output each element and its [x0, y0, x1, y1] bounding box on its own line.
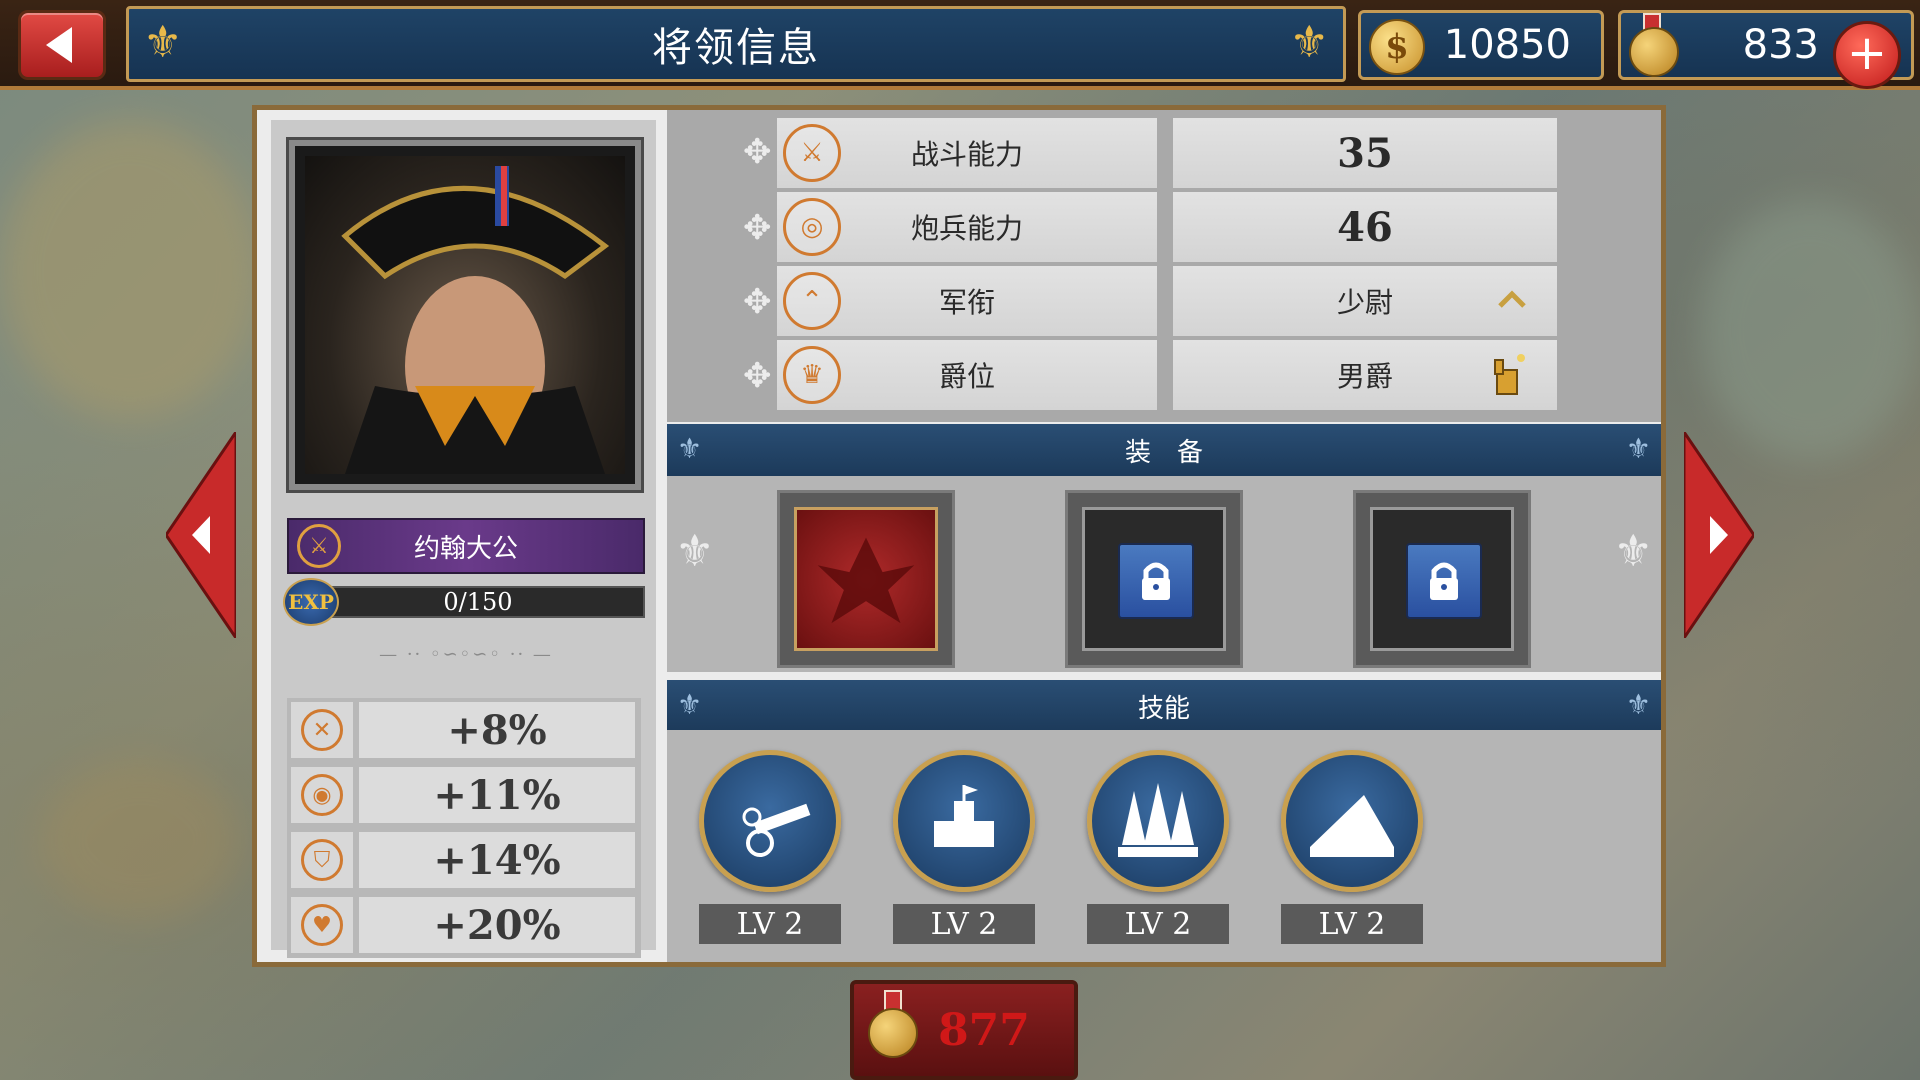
equipment-slot-1[interactable] — [777, 490, 955, 668]
title-upgrade-icon[interactable] — [1491, 350, 1527, 398]
eagle-emblem-icon — [794, 507, 938, 651]
medal-amount: 833 — [1742, 22, 1819, 68]
next-general-arrow[interactable] — [1684, 432, 1754, 638]
skill-level: LV 2 — [1281, 904, 1423, 944]
shield-plus-icon: ⛉ — [301, 839, 343, 881]
exp-bar: 0/150 — [311, 586, 645, 618]
swords-plus-icon: ✕ — [301, 709, 343, 751]
bonus-row: ♥ +20% — [287, 893, 641, 955]
gold-amount: 10850 — [1443, 22, 1571, 68]
skill-level: LV 2 — [699, 904, 841, 944]
stat-row-artillery: 炮兵能力 ◎ 46 — [777, 192, 1557, 262]
ornament-icon: ✥ — [743, 132, 772, 172]
heart-plus-icon: ♥ — [301, 904, 343, 946]
bonus-value: +11% — [359, 767, 635, 823]
skill-level: LV 2 — [1087, 904, 1229, 944]
fleur-de-lis-icon: ⚜ — [1625, 688, 1651, 721]
back-arrow-icon — [46, 27, 72, 63]
map-background — [1700, 200, 1920, 460]
fleur-de-lis-icon: ⚜ — [677, 688, 703, 721]
cannon-icon: ◎ — [783, 198, 841, 256]
fleur-de-lis-icon: ⚜ — [1625, 432, 1651, 465]
skill-item[interactable]: LV 2 — [1087, 750, 1229, 944]
skills-title: 技能 — [1137, 693, 1190, 724]
medal-icon — [868, 1008, 918, 1058]
general-name: 约翰大公 — [413, 533, 518, 564]
fleur-de-lis-icon: ⚜ — [1289, 17, 1329, 68]
ornament-icon: ⚜ — [1613, 526, 1653, 577]
bonus-row: ✕ +8% — [287, 698, 641, 760]
previous-general-arrow[interactable] — [166, 432, 236, 638]
bonus-value: +14% — [359, 832, 635, 888]
page-title: 将领信息 — [652, 25, 820, 71]
general-info-panel: ⚔ 约翰大公 0/150 EXP — ·· ◦∽◦∽◦ ·· — ✕ +8% ◉… — [252, 105, 1666, 967]
bonus-row: ⛉ +14% — [287, 828, 641, 890]
lock-icon — [1406, 543, 1482, 619]
equipment-slot-3[interactable] — [1353, 490, 1531, 668]
stats-area: ✥ ✥ ✥ ✥ 战斗能力 ⚔ 35 炮兵能力 ◎ 46 军衔 ⌃ 少尉 爵位 ♛… — [667, 110, 1661, 422]
artillery-skill-icon[interactable] — [699, 750, 841, 892]
skill-item[interactable]: LV 2 — [893, 750, 1035, 944]
medal-counter: 833 + — [1618, 10, 1914, 89]
gold-coin-icon: $ — [1369, 19, 1425, 75]
skills-area: LV 2 LV 2 LV 2 LV 2 — [667, 730, 1661, 962]
equipment-area: ⚜ ⚜ — [667, 476, 1661, 672]
ornament-icon: ✥ — [743, 282, 772, 322]
general-portrait — [305, 156, 625, 474]
equipment-header: ⚜ 装 备 ⚜ — [667, 424, 1661, 476]
crossed-swords-icon: ⚔ — [783, 124, 841, 182]
add-medals-button[interactable]: + — [1833, 21, 1901, 89]
chevron-rank-icon: ⌃ — [783, 272, 841, 330]
crown-icon: ♛ — [783, 346, 841, 404]
rank-up-icon[interactable] — [1497, 284, 1527, 314]
mountain-skill-icon[interactable] — [1281, 750, 1423, 892]
general-name-bar: ⚔ 约翰大公 — [287, 518, 645, 574]
title-banner: ⚜ 将领信息 ⚜ — [126, 6, 1346, 82]
exp-text: 0/150 — [443, 588, 513, 616]
ornament-icon: ✥ — [743, 208, 772, 248]
medal-cost: 877 — [938, 1004, 1030, 1056]
fleur-de-lis-icon: ⚜ — [143, 17, 183, 68]
bonus-value: +20% — [359, 897, 635, 953]
ornament-icon: ⚜ — [675, 526, 715, 577]
bonus-row: ◉ +11% — [287, 763, 641, 825]
ornament-divider: — ·· ◦∽◦∽◦ ·· — — [379, 644, 553, 665]
equipment-title: 装 备 — [1124, 437, 1203, 468]
equipment-slot-2[interactable] — [1065, 490, 1243, 668]
skill-item[interactable]: LV 2 — [1281, 750, 1423, 944]
stat-row-rank: 军衔 ⌃ 少尉 — [777, 266, 1557, 336]
fortress-skill-icon[interactable] — [893, 750, 1035, 892]
general-details: ✥ ✥ ✥ ✥ 战斗能力 ⚔ 35 炮兵能力 ◎ 46 军衔 ⌃ 少尉 爵位 ♛… — [667, 110, 1661, 962]
map-background — [0, 120, 260, 420]
bonus-table: ✕ +8% ◉ +11% ⛉ +14% ♥ +20% — [287, 698, 641, 958]
gold-counter: $ 10850 — [1358, 10, 1604, 80]
portrait-frame — [286, 137, 644, 493]
cannon-class-icon: ⚔ — [297, 524, 341, 568]
map-background — [40, 760, 240, 920]
stat-value: 35 — [1173, 118, 1557, 188]
cannon-plus-icon: ◉ — [301, 774, 343, 816]
ornament-icon: ✥ — [743, 356, 772, 396]
skill-item[interactable]: LV 2 — [699, 750, 841, 944]
recruit-cost-button[interactable]: 877 — [850, 980, 1078, 1080]
bonus-value: +8% — [359, 702, 635, 758]
stat-row-title: 爵位 ♛ 男爵 — [777, 340, 1557, 410]
stat-row-combat: 战斗能力 ⚔ 35 — [777, 118, 1557, 188]
skills-header: ⚜ 技能 ⚜ — [667, 680, 1661, 732]
stat-value: 46 — [1173, 192, 1557, 262]
general-profile: ⚔ 约翰大公 0/150 EXP — ·· ◦∽◦∽◦ ·· — ✕ +8% ◉… — [271, 120, 656, 958]
back-button[interactable] — [18, 10, 106, 80]
lock-icon — [1118, 543, 1194, 619]
top-bar: ⚜ 将领信息 ⚜ $ 10850 833 + — [0, 0, 1920, 90]
medal-icon — [1629, 27, 1679, 77]
fleur-de-lis-icon: ⚜ — [677, 432, 703, 465]
skill-level: LV 2 — [893, 904, 1035, 944]
bayonet-wall-skill-icon[interactable] — [1087, 750, 1229, 892]
exp-badge: EXP — [283, 578, 339, 626]
